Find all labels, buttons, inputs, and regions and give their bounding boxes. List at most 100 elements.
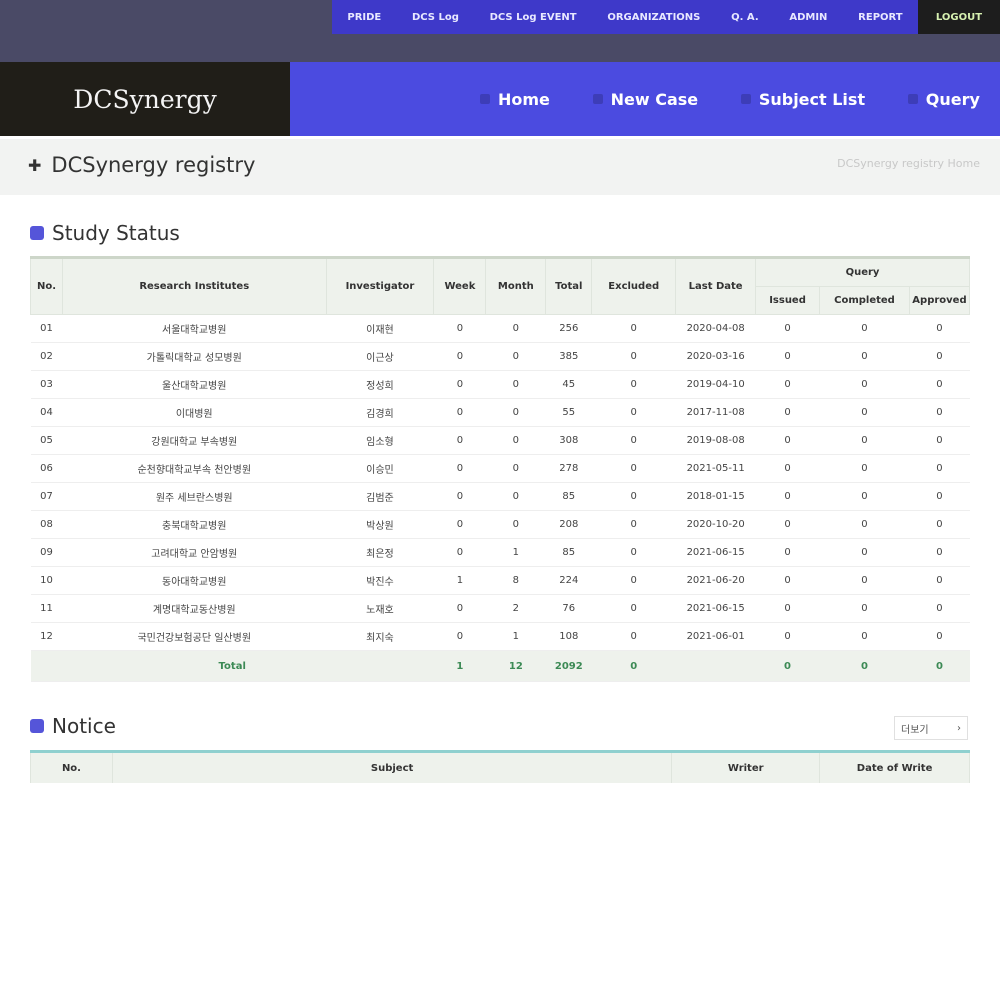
table-cell: 03 (30, 370, 63, 399)
table-cell: 08 (30, 510, 63, 539)
table-cell: 김경희 (326, 398, 434, 427)
table-cell: 0 (909, 426, 970, 455)
header-institution: Research Institutes (61, 256, 327, 315)
header-completed: Completed (819, 286, 910, 315)
notice-header-no: No. (30, 750, 113, 783)
table-cell: 0 (755, 342, 820, 371)
table-cell: 2021-06-20 (675, 566, 756, 595)
table-cell: 0 (755, 314, 820, 343)
table-cell: 02 (30, 342, 63, 371)
table-cell: 0 (591, 482, 676, 511)
table-cell: 224 (545, 566, 592, 595)
nav-home[interactable]: Home (480, 90, 550, 109)
breadcrumb: DCSynergy registry Home (837, 157, 980, 170)
menu-organizations[interactable]: ORGANIZATIONS (607, 12, 700, 23)
table-cell: 06 (30, 454, 63, 483)
table-cell: 385 (545, 342, 592, 371)
table-cell: 208 (545, 510, 592, 539)
nav-subject-list[interactable]: Subject List (740, 89, 866, 109)
table-row[interactable]: 12 국민건강보험공단 일산병원 최지숙 0 1 108 0 2021-06-01 0 0 0 (30, 622, 970, 651)
brand-logo[interactable]: DCSynergy (0, 62, 290, 136)
utility-menu: PRIDE DCS Log DCS Log EVENT ORGANIZATION… (332, 0, 918, 34)
table-cell: 1 (433, 566, 486, 595)
table-row[interactable]: 07 원주 세브란스병원 김범준 0 0 85 0 2018-01-15 0 0 0 (30, 482, 970, 511)
table-cell: 0 (909, 482, 970, 511)
table-cell: 0 (433, 538, 486, 567)
total-total: 2092 (545, 650, 592, 682)
table-row[interactable]: 10 동아대학교병원 박진수 1 8 224 0 2021-06-20 0 0 0 (30, 566, 970, 595)
section-bullet-icon (30, 226, 44, 240)
menu-qa[interactable]: Q. A. (731, 12, 759, 23)
table-cell: 최지숙 (326, 622, 434, 651)
notice-more-button[interactable]: 더보기 › (894, 716, 968, 740)
table-cell: 0 (485, 454, 546, 483)
notice-table: No. Subject Writer Date of Write (30, 750, 970, 783)
table-row[interactable]: 06 순천향대학교부속 천안병원 이승민 0 0 278 0 2021-05-11 0 0 0 (30, 454, 970, 483)
table-cell: 노재호 (326, 594, 434, 623)
menu-dcs-log[interactable]: DCS Log (412, 12, 459, 23)
table-cell: 1 (485, 538, 546, 567)
table-cell: 최은정 (326, 538, 434, 567)
table-cell: 동아대학교병원 (62, 566, 327, 595)
notice-header-writer: Writer (671, 750, 821, 783)
table-cell: 0 (485, 510, 546, 539)
table-cell: 01 (30, 314, 63, 343)
menu-dcs-log-event[interactable]: DCS Log EVENT (490, 12, 577, 23)
table-cell: 55 (545, 398, 592, 427)
header-query: Query (755, 256, 970, 287)
table-row[interactable]: 11 계명대학교동산병원 노재호 0 2 76 0 2021-06-15 0 0 0 (30, 594, 970, 623)
table-row[interactable]: 02 가톨릭대학교 성모병원 이근상 0 0 385 0 2020-03-16 0 0 0 (30, 342, 970, 371)
table-row[interactable]: 04 이대병원 김경희 0 0 55 0 2017-11-08 0 0 0 (30, 398, 970, 427)
table-cell: 계명대학교동산병원 (62, 594, 327, 623)
table-cell: 박진수 (326, 566, 434, 595)
table-cell: 0 (755, 566, 820, 595)
home-icon (480, 94, 490, 104)
table-cell: 0 (485, 342, 546, 371)
total-row: Total 1 12 2092 0 0 0 0 (30, 650, 970, 682)
logout-button[interactable]: LOGOUT (918, 0, 1000, 34)
table-row[interactable]: 08 충북대학교병원 박상원 0 0 208 0 2020-10-20 0 0 0 (30, 510, 970, 539)
table-cell: 2020-10-20 (675, 510, 756, 539)
nav-query[interactable]: Query (907, 90, 980, 109)
table-cell: 0 (819, 426, 910, 455)
table-cell: 0 (485, 426, 546, 455)
table-cell: 2021-06-15 (675, 538, 756, 567)
table-cell: 0 (433, 426, 486, 455)
table-cell: 0 (909, 538, 970, 567)
page-title-text: DCSynergy registry (51, 153, 256, 177)
menu-pride[interactable]: PRIDE (347, 12, 381, 23)
table-cell: 12 (30, 622, 63, 651)
table-cell: 0 (485, 482, 546, 511)
notice-more-label: 더보기 (901, 724, 929, 736)
plus-icon: ✚ (28, 155, 42, 175)
table-cell: 0 (819, 398, 910, 427)
nav-subject-list-label: Subject List (758, 89, 866, 109)
table-cell: 0 (755, 454, 820, 483)
menu-report[interactable]: REPORT (858, 12, 902, 23)
table-cell: 0 (433, 510, 486, 539)
table-cell: 가톨릭대학교 성모병원 (62, 342, 327, 371)
table-cell: 박상원 (326, 510, 434, 539)
table-cell: 04 (30, 398, 63, 427)
table-cell: 2020-03-16 (675, 342, 756, 371)
table-cell: 0 (755, 594, 820, 623)
table-cell: 0 (909, 342, 970, 371)
table-cell: 0 (433, 370, 486, 399)
table-row[interactable]: 05 강원대학교 부속병원 임소형 0 0 308 0 2019-08-08 0 0 0 (30, 426, 970, 455)
total-last-date (675, 650, 756, 682)
study-status-table: No. Research Institutes Investigator Wee… (30, 256, 971, 682)
table-row[interactable]: 09 고려대학교 안암병원 최은정 0 1 85 0 2021-06-15 0 0 0 (30, 538, 970, 567)
table-cell: 0 (433, 594, 486, 623)
table-cell: 0 (819, 370, 910, 399)
table-row[interactable]: 01 서울대학교병원 이재현 0 0 256 0 2020-04-08 0 0 0 (30, 314, 970, 343)
table-cell: 0 (433, 342, 486, 371)
table-cell: 이재현 (326, 314, 434, 343)
table-cell: 0 (755, 426, 820, 455)
menu-admin[interactable]: ADMIN (789, 12, 827, 23)
title-bar: ✚ DCSynergy registry DCSynergy registry H… (0, 139, 1000, 195)
table-row[interactable]: 03 울산대학교병원 정성희 0 0 45 0 2019-04-10 0 0 0 (30, 370, 970, 399)
nav-new-case[interactable]: New Case (592, 90, 698, 109)
table-cell: 278 (545, 454, 592, 483)
table-cell: 0 (909, 566, 970, 595)
table-cell: 0 (433, 398, 486, 427)
